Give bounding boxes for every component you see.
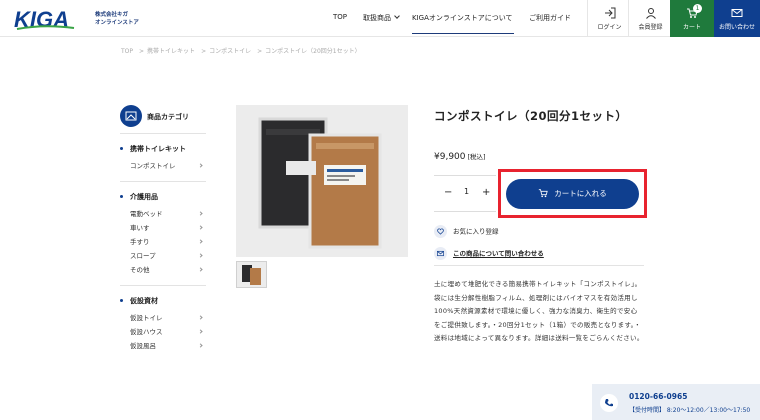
contact-label: お問い合わせ [718,24,755,31]
quantity-decrease-button[interactable]: − [444,187,452,198]
phone-number: 0120-66-0965 [629,392,688,401]
cart-count-badge: 1 [693,4,702,13]
business-hours: 【受付時間】 8:20〜12:00／13:00〜17:50 [629,407,751,414]
chevron-right-icon [198,163,203,168]
sidebar-item-label: コンポストイレ [130,162,176,170]
sidebar-item-slope[interactable]: スロープ [120,249,206,263]
sidebar-item-temp-house[interactable]: 仮設ハウス [120,325,206,339]
user-icon [645,8,656,19]
sidebar-item-label: 車いす [130,224,150,232]
chevron-right-icon [198,253,203,258]
chevron-down-icon [394,13,400,19]
nav-about-label: KIGAオンラインストアについて [412,14,513,22]
category-header: 商品カテゴリ [120,105,206,133]
breadcrumb: TOP > 携帯トイレキット > コンポストイレ > コンポストイレ（20回分1セット） [121,46,364,55]
category-group-title[interactable]: 介護用品 [120,192,206,202]
breadcrumb-separator: > [257,48,263,55]
favorite-link[interactable]: お気に入り登録 [434,225,499,238]
chevron-right-icon [198,211,203,216]
product-description: 土に埋めて堆肥化できる簡易携帯トイレキット「コンポストイレ」。袋には生分解性樹脂… [434,280,644,342]
breadcrumb-compostoilet[interactable]: コンポストイレ [209,48,251,55]
sidebar-item-temp-bath[interactable]: 仮設風呂 [120,339,206,353]
breadcrumb-top[interactable]: TOP [121,48,133,55]
nav-active-underline [412,33,514,34]
category-group-title[interactable]: 仮設資材 [120,296,206,306]
breadcrumb-separator: > [139,48,145,55]
cart-label: カート [682,24,701,31]
inquiry-link[interactable]: この商品について問い合わせる [434,247,544,260]
quantity-increase-button[interactable]: + [482,187,490,198]
category-group-portable-toilet: 携帯トイレキット コンポストイレ [120,133,206,173]
member-label: 会員登録 [638,24,663,31]
kiga-logo[interactable]: KIGA [14,7,86,32]
phone-contact-box[interactable]: 0120-66-0965 【受付時間】 8:20〜12:00／13:00〜17:… [592,384,760,420]
sidebar-item-electric-bed[interactable]: 電動ベッド [120,207,206,221]
category-title: 商品カテゴリ [147,113,189,121]
login-label: ログイン [597,24,622,31]
chevron-right-icon [198,315,203,320]
nav-products[interactable]: 取扱商品 [363,13,400,23]
sidebar-item-label: 仮設トイレ [130,314,163,322]
sidebar-item-other[interactable]: その他 [120,263,206,277]
sidebar-item-handrail[interactable]: 手すり [120,235,206,249]
mail-icon [434,247,447,260]
nav-products-label: 取扱商品 [363,14,391,22]
company-line1: 株式会社キガ [95,12,129,18]
tax-label: [税込] [467,153,486,161]
nav-top-label: TOP [333,13,348,21]
product-thumbnail[interactable] [236,261,267,288]
cart-button[interactable]: 1 カート [670,0,714,37]
sidebar-item-label: 仮設風呂 [130,342,156,350]
company-line2: オンラインストア [95,20,139,26]
inquiry-label: この商品について問い合わせる [453,249,544,258]
heart-icon [434,225,447,238]
member-register-button[interactable]: 会員登録 [628,0,672,37]
chevron-right-icon [198,343,203,348]
sidebar-item-compostoilet[interactable]: コンポストイレ [120,159,206,173]
divider [434,265,644,266]
login-icon [604,7,615,19]
chevron-right-icon [198,329,203,334]
sidebar-item-label: 手すり [130,238,150,246]
breadcrumb-separator: > [201,48,207,55]
category-group-care: 介護用品 電動ベッド 車いす 手すり スロープ その他 [120,181,206,277]
chevron-right-icon [198,239,203,244]
chevron-right-icon [198,267,203,272]
favorite-label: お気に入り登録 [453,227,499,236]
company-name: 株式会社キガ オンラインストア [95,11,139,27]
sidebar-item-wheelchair[interactable]: 車いす [120,221,206,235]
sidebar-item-label: 電動ベッド [130,210,163,218]
category-group-temporary: 仮設資材 仮設トイレ 仮設ハウス 仮設風呂 [120,285,206,353]
sidebar-item-temp-toilet[interactable]: 仮設トイレ [120,311,206,325]
sidebar-item-label: 仮設ハウス [130,328,163,336]
category-icon [120,105,142,127]
chevron-right-icon [198,225,203,230]
category-sidebar: 商品カテゴリ 携帯トイレキット コンポストイレ 介護用品 電動ベッド 車いす 手… [120,105,206,361]
phone-icon [600,394,618,412]
price-value: ¥9,900 [434,152,466,162]
quantity-value[interactable]: 1 [464,187,469,196]
breadcrumb-current: コンポストイレ（20回分1セット） [265,48,361,55]
sidebar-item-label: スロープ [130,252,156,260]
highlight-box [498,169,647,218]
nav-top[interactable]: TOP [333,13,347,21]
nav-guide-label: ご利用ガイド [529,14,571,22]
nav-guide[interactable]: ご利用ガイド [529,13,571,23]
quantity-stepper: − 1 + [434,175,496,212]
breadcrumb-portable-toilet[interactable]: 携帯トイレキット [147,48,195,55]
nav-about[interactable]: KIGAオンラインストアについて [412,13,513,23]
mail-icon [731,9,743,17]
product-title: コンポストイレ（20回分1セット） [434,109,628,123]
contact-button[interactable]: お問い合わせ [714,0,760,37]
category-group-title[interactable]: 携帯トイレキット [120,144,206,154]
login-button[interactable]: ログイン [587,0,631,37]
product-price: ¥9,900 [税込] [434,151,486,162]
site-header: KIGA 株式会社キガ オンラインストア TOP 取扱商品 KIGAオンラインス… [0,0,760,37]
sidebar-item-label: その他 [130,266,150,274]
product-main-image[interactable] [236,105,408,257]
